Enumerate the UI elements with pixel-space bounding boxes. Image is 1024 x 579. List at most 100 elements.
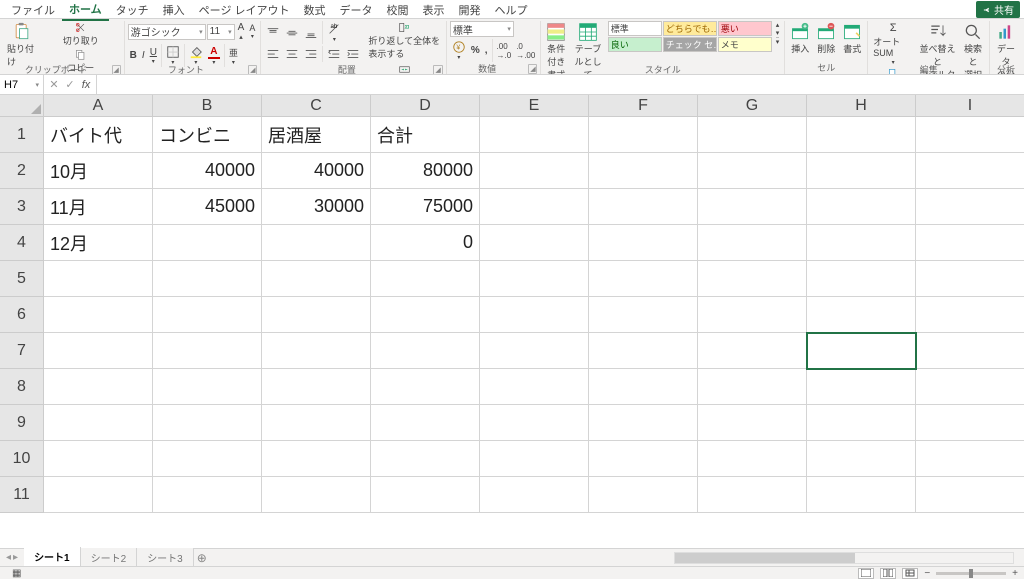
cell-C7[interactable] — [262, 333, 371, 369]
cell-F2[interactable] — [589, 153, 698, 189]
align-center-button[interactable] — [283, 46, 301, 62]
tab-help[interactable]: ヘルプ — [488, 0, 535, 20]
indent-increase-button[interactable] — [344, 46, 362, 62]
cell-C8[interactable] — [262, 369, 371, 405]
column-header-G[interactable]: G — [698, 95, 807, 117]
cell-D8[interactable] — [371, 369, 480, 405]
zoom-slider[interactable] — [936, 572, 1006, 575]
cell-H9[interactable] — [807, 405, 916, 441]
wrap-text-button[interactable]: 折り返して全体を表示する — [366, 21, 442, 61]
tab-data[interactable]: データ — [333, 0, 380, 20]
cell-A8[interactable] — [44, 369, 153, 405]
cell-F7[interactable] — [589, 333, 698, 369]
align-top-button[interactable] — [264, 25, 282, 41]
sheet-nav-first[interactable]: ◂ — [6, 552, 11, 563]
tab-file[interactable]: ファイル — [4, 0, 62, 20]
style-memo[interactable]: メモ — [718, 37, 772, 52]
row-header-10[interactable]: 10 — [0, 441, 44, 477]
cell-C1[interactable]: 居酒屋 — [262, 117, 371, 153]
cell-C3[interactable]: 30000 — [262, 189, 371, 225]
sheet-nav-prev[interactable]: ▸ — [13, 552, 18, 563]
cell-A2[interactable]: 10月 — [44, 153, 153, 189]
style-gallery-more[interactable]: ▴▾▾ — [774, 21, 782, 46]
bold-button[interactable]: B — [128, 49, 139, 62]
cell-F9[interactable] — [589, 405, 698, 441]
accounting-button[interactable]: ¥▾ — [450, 39, 468, 62]
cell-E10[interactable] — [480, 441, 589, 477]
cell-C9[interactable] — [262, 405, 371, 441]
row-header-2[interactable]: 2 — [0, 153, 44, 189]
style-bad[interactable]: 悪い — [718, 21, 772, 36]
font-size-combo[interactable]: 11▾ — [207, 24, 235, 40]
align-right-button[interactable] — [302, 46, 320, 62]
view-normal-button[interactable] — [858, 568, 874, 579]
cell-D6[interactable] — [371, 297, 480, 333]
cell-B6[interactable] — [153, 297, 262, 333]
column-header-E[interactable]: E — [480, 95, 589, 117]
cell-I1[interactable] — [916, 117, 1024, 153]
alignment-launcher[interactable]: ◢ — [433, 65, 442, 75]
cell-F1[interactable] — [589, 117, 698, 153]
cell-H3[interactable] — [807, 189, 916, 225]
cell-A9[interactable] — [44, 405, 153, 441]
cell-G10[interactable] — [698, 441, 807, 477]
enter-formula-icon[interactable]: ✓ — [64, 78, 76, 91]
cell-E6[interactable] — [480, 297, 589, 333]
tab-view[interactable]: 表示 — [416, 0, 452, 20]
align-left-button[interactable] — [264, 46, 282, 62]
cell-D3[interactable]: 75000 — [371, 189, 480, 225]
cell-C10[interactable] — [262, 441, 371, 477]
tab-touch[interactable]: タッチ — [109, 0, 156, 20]
view-pagebreak-button[interactable] — [902, 568, 918, 579]
row-header-7[interactable]: 7 — [0, 333, 44, 369]
cell-H4[interactable] — [807, 225, 916, 261]
cell-D10[interactable] — [371, 441, 480, 477]
cell-D7[interactable] — [371, 333, 480, 369]
style-check[interactable]: チェック セ… — [663, 37, 717, 52]
comma-button[interactable]: , — [483, 44, 490, 57]
cell-E1[interactable] — [480, 117, 589, 153]
cell-G11[interactable] — [698, 477, 807, 513]
cell-H6[interactable] — [807, 297, 916, 333]
zoom-in-button[interactable]: + — [1012, 568, 1018, 579]
cell-I7[interactable] — [916, 333, 1024, 369]
cell-I6[interactable] — [916, 297, 1024, 333]
cell-C6[interactable] — [262, 297, 371, 333]
autosum-button[interactable]: Σオート SUM▾ — [871, 21, 915, 67]
cell-I5[interactable] — [916, 261, 1024, 297]
view-pagelayout-button[interactable] — [880, 568, 896, 579]
tab-pagelayout[interactable]: ページ レイアウト — [192, 0, 297, 20]
cell-G5[interactable] — [698, 261, 807, 297]
cell-F11[interactable] — [589, 477, 698, 513]
cell-I10[interactable] — [916, 441, 1024, 477]
cell-D5[interactable] — [371, 261, 480, 297]
tab-developer[interactable]: 開発 — [452, 0, 488, 20]
cell-C2[interactable]: 40000 — [262, 153, 371, 189]
cell-B11[interactable] — [153, 477, 262, 513]
fx-icon[interactable]: fx — [80, 79, 92, 91]
cut-button[interactable]: 切り取り — [41, 21, 121, 48]
delete-cells-button[interactable]: 削除 — [814, 21, 838, 56]
cell-B3[interactable]: 45000 — [153, 189, 262, 225]
cell-F6[interactable] — [589, 297, 698, 333]
cell-F8[interactable] — [589, 369, 698, 405]
decrease-font-button[interactable]: A▾ — [247, 22, 257, 41]
cell-G4[interactable] — [698, 225, 807, 261]
column-header-I[interactable]: I — [916, 95, 1024, 117]
cell-I3[interactable] — [916, 189, 1024, 225]
align-middle-button[interactable] — [283, 25, 301, 41]
increase-decimal-button[interactable]: .00→.0 — [495, 41, 514, 61]
cell-E11[interactable] — [480, 477, 589, 513]
font-launcher[interactable]: ◢ — [248, 65, 257, 75]
horizontal-scrollbar[interactable] — [674, 552, 1014, 564]
sheet-tab-1[interactable]: シート1 — [24, 547, 81, 568]
orientation-button[interactable]: ab▾ — [325, 21, 343, 44]
cell-H10[interactable] — [807, 441, 916, 477]
cell-E7[interactable] — [480, 333, 589, 369]
insert-cells-button[interactable]: 挿入 — [788, 21, 812, 56]
cell-B4[interactable] — [153, 225, 262, 261]
cell-H7[interactable] — [807, 333, 916, 369]
name-box[interactable]: H7▾ — [0, 75, 44, 94]
sheet-tab-3[interactable]: シート3 — [137, 548, 194, 567]
cell-E8[interactable] — [480, 369, 589, 405]
